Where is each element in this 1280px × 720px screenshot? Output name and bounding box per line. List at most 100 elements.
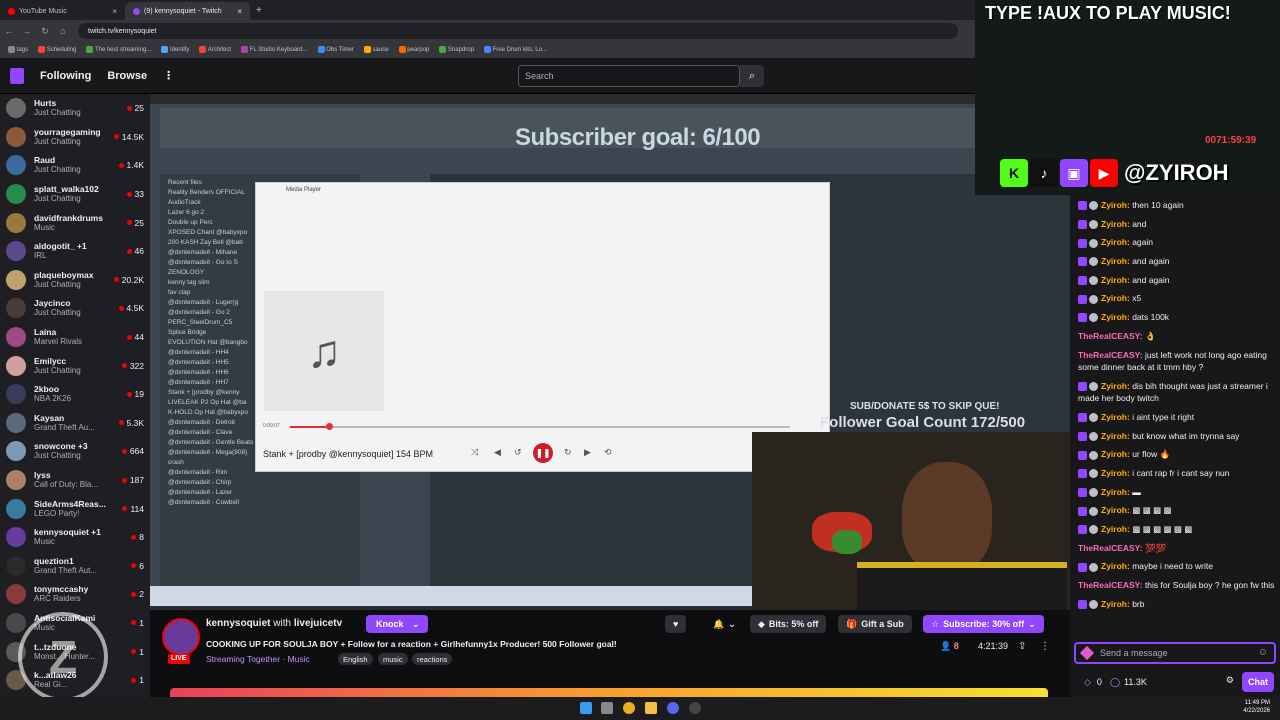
browse-link[interactable]: Browse <box>107 70 147 82</box>
more-menu-icon[interactable]: ⋮ <box>163 69 174 82</box>
chat-username[interactable]: Zyiroh: <box>1101 505 1130 515</box>
file-explorer-icon[interactable] <box>645 702 657 714</box>
sidebar-channel[interactable]: queztion1 Grand Theft Aut... 6 <box>0 552 150 581</box>
follow-heart-button[interactable]: ♥ <box>665 615 687 633</box>
chat-username[interactable]: Zyiroh: <box>1101 524 1130 534</box>
forward-icon[interactable]: ↻ <box>564 447 572 458</box>
chat-username[interactable]: Zyiroh: <box>1101 468 1130 478</box>
streamer-name[interactable]: kennysoquiet with livejuicetv <box>206 618 342 629</box>
chat-username[interactable]: Zyiroh: <box>1101 381 1130 391</box>
sidebar-channel[interactable]: splatt_walka102 Just Chatting 33 <box>0 180 150 209</box>
tag-music[interactable]: music <box>378 653 408 665</box>
notification-bell-button[interactable]: 🔔 ⌄ <box>705 615 744 633</box>
chat-username[interactable]: Zyiroh: <box>1101 237 1130 247</box>
windows-start-icon[interactable] <box>580 702 592 714</box>
chat-username[interactable]: Zyiroh: <box>1101 275 1130 285</box>
sidebar-channel[interactable]: Jaycinco Just Chatting 4.5K <box>0 294 150 323</box>
sidebar-channel[interactable]: Raud Just Chatting 1.4K <box>0 151 150 180</box>
sidebar-channel[interactable]: Hurts Just Chatting 25 <box>0 94 150 123</box>
sidebar-channel[interactable]: 2kboo NBA 2K26 19 <box>0 380 150 409</box>
bookmark[interactable]: sauce <box>363 46 389 54</box>
sidebar-channel[interactable]: lyss Call of Duty: Bla... 187 <box>0 466 150 495</box>
chat-username[interactable]: Zyiroh: <box>1101 561 1130 571</box>
sidebar-channel[interactable]: aldogotit_ +1 IRL 46 <box>0 237 150 266</box>
bits-button[interactable]: ◆ Bits: 5% off <box>750 615 827 633</box>
search-input[interactable]: Search <box>518 65 740 87</box>
chat-username[interactable]: TheRealCEASY: <box>1078 331 1143 341</box>
chat-username[interactable]: TheRealCEASY: <box>1078 350 1143 360</box>
seek-handle[interactable] <box>326 423 333 430</box>
chat-username[interactable]: Zyiroh: <box>1101 219 1130 229</box>
system-clock[interactable]: 11:49 PM 4/22/2026 <box>1243 699 1270 715</box>
streamer-avatar[interactable] <box>162 618 200 656</box>
bookmark[interactable]: pearpop <box>398 46 429 54</box>
tab-youtube-music[interactable]: YouTube Music × <box>0 2 125 20</box>
bookmark[interactable]: FL Studio Keyboard... <box>241 46 308 54</box>
sidebar-channel[interactable]: snowcone +3 Just Chatting 664 <box>0 437 150 466</box>
sidebar-channel[interactable]: tonymccashy ARC Raiders 2 <box>0 580 150 609</box>
subscribe-button[interactable]: ☆ Subscribe: 30% off ⌄ <box>923 615 1044 633</box>
chat-username[interactable]: Zyiroh: <box>1101 449 1130 459</box>
chat-send-button[interactable]: Chat <box>1242 672 1274 692</box>
tab-twitch[interactable]: (9) kennysoquiet - Twitch × <box>125 2 250 20</box>
bookmark[interactable]: Free Drum kits, Lo... <box>483 46 547 54</box>
emote-icon[interactable]: ☺ <box>1258 647 1268 658</box>
chat-username[interactable]: Zyiroh: <box>1101 412 1130 422</box>
forward-icon[interactable]: → <box>18 26 36 36</box>
more-options-icon[interactable]: ⋮ <box>1040 641 1050 652</box>
bookmark[interactable]: Obs Timer <box>317 46 354 54</box>
knock-button[interactable]: Knock ⌄ <box>366 615 428 633</box>
task-view-icon[interactable] <box>601 702 613 714</box>
bookmark[interactable]: The best streaming... <box>86 46 151 54</box>
sidebar-channel[interactable]: davidfrankdrums Music 25 <box>0 208 150 237</box>
gift-sub-button[interactable]: 🎁 Gift a Sub <box>838 615 912 633</box>
chat-username[interactable]: Zyiroh: <box>1101 256 1130 266</box>
url-field[interactable]: twitch.tv/kennysoquiet <box>78 23 958 39</box>
home-icon[interactable]: ⌂ <box>54 26 72 36</box>
channel-points-icon[interactable]: ◯ <box>1110 677 1120 688</box>
settings-icon[interactable]: ⚙ <box>1226 675 1234 686</box>
tag-english[interactable]: English <box>338 653 373 665</box>
seek-bar[interactable] <box>290 426 790 428</box>
bookmark[interactable]: Scheduling <box>38 46 76 54</box>
search-icon[interactable]: ⌕ <box>740 65 764 87</box>
chrome-icon[interactable] <box>623 702 635 714</box>
sidebar-channel[interactable]: yourragegaming Just Chatting 14.5K <box>0 123 150 152</box>
reload-icon[interactable]: ↻ <box>36 26 54 37</box>
share-icon[interactable]: ⇪ <box>1018 641 1026 652</box>
close-icon[interactable]: × <box>237 7 242 16</box>
following-link[interactable]: Following <box>40 70 91 82</box>
chat-username[interactable]: TheRealCEASY: <box>1078 580 1143 590</box>
discord-icon[interactable] <box>667 702 679 714</box>
chat-username[interactable]: Zyiroh: <box>1101 200 1130 210</box>
close-icon[interactable]: × <box>112 7 117 16</box>
chat-username[interactable]: Zyiroh: <box>1101 599 1130 609</box>
sidebar-channel[interactable]: plaqueboymax Just Chatting 20.2K <box>0 266 150 295</box>
bookmark[interactable]: tags <box>8 46 28 54</box>
next-icon[interactable]: ▶ <box>584 447 591 458</box>
bookmark[interactable]: Identify <box>161 46 189 54</box>
twitch-logo-icon[interactable] <box>10 67 24 84</box>
chat-username[interactable]: Zyiroh: <box>1101 431 1130 441</box>
chat-username[interactable]: Zyiroh: <box>1101 312 1130 322</box>
points-icon[interactable]: ◇ <box>1084 677 1091 688</box>
back-icon[interactable]: ← <box>0 26 18 36</box>
sidebar-channel[interactable]: Laina Marvel Rivals 44 <box>0 323 150 352</box>
stream-video[interactable]: Recent files Reality Benders OFFICIAL Audi… <box>150 94 1070 610</box>
bits-icon[interactable] <box>1079 645 1095 661</box>
shuffle-icon[interactable]: ⤨ <box>471 447 478 458</box>
rewind-icon[interactable]: ↺ <box>514 447 522 458</box>
chat-username[interactable]: TheRealCEASY: <box>1078 543 1143 553</box>
bookmark[interactable]: Architect <box>199 46 231 54</box>
tag-reactions[interactable]: reactions <box>412 653 453 665</box>
sidebar-channel[interactable]: Emilycc Just Chatting 322 <box>0 351 150 380</box>
sidebar-channel[interactable]: SideArms4Reas... LEGO Party! 114 <box>0 494 150 523</box>
repeat-icon[interactable]: ⟲ <box>604 447 612 458</box>
obs-icon[interactable] <box>689 702 701 714</box>
chat-input[interactable]: Send a message ☺ <box>1074 642 1276 664</box>
pause-button[interactable]: ❚❚ <box>533 443 553 463</box>
sidebar-channel[interactable]: kennysoquiet +1 Music 8 <box>0 523 150 552</box>
bookmark[interactable]: Snapdrop <box>439 46 474 54</box>
chat-username[interactable]: Zyiroh: <box>1101 487 1130 497</box>
previous-icon[interactable]: ◀ <box>494 447 501 458</box>
